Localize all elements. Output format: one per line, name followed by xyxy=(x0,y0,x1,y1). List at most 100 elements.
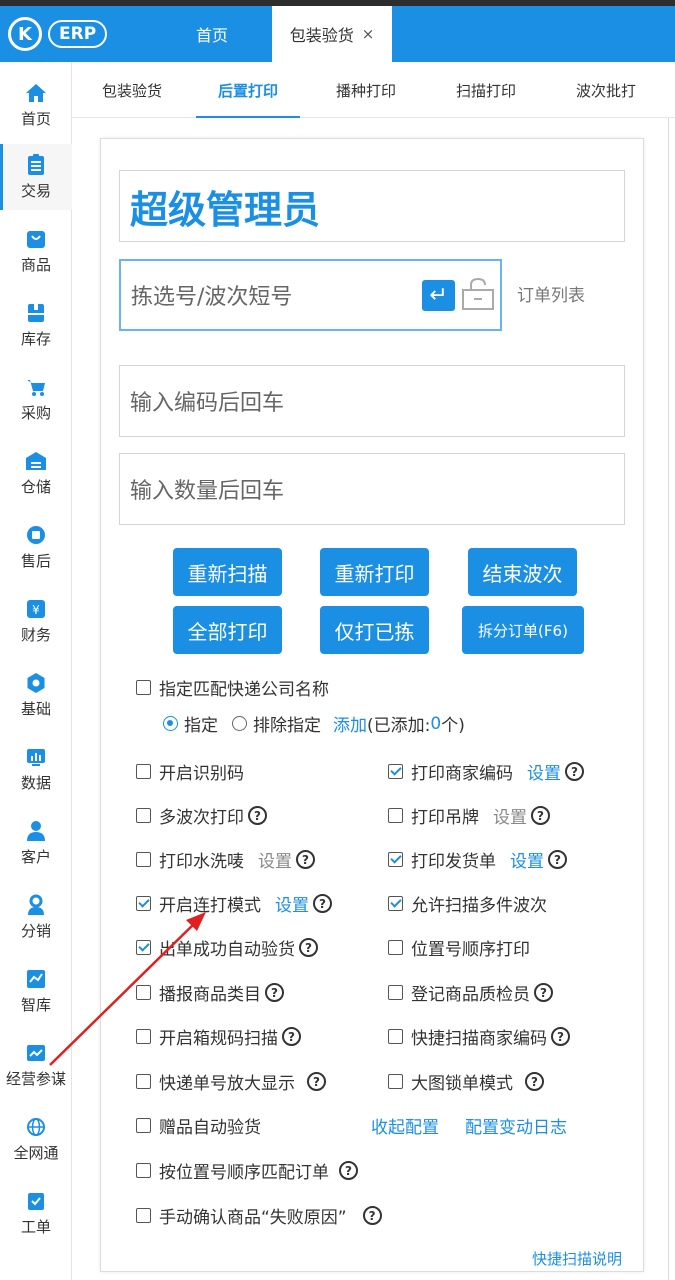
sidebar-item-warehouse[interactable]: 仓储 xyxy=(0,440,72,506)
tab-packing-inspection[interactable]: 包装验货 xyxy=(102,62,162,118)
checkbox[interactable] xyxy=(388,985,403,1000)
enter-icon[interactable]: ↵ xyxy=(422,280,455,311)
add-express-link[interactable]: 添加 xyxy=(333,711,367,736)
option-print-tag[interactable]: 打印吊牌 设置 ? xyxy=(388,803,550,828)
option-auto-inspect[interactable]: 出单成功自动验货 ? xyxy=(136,935,318,960)
sidebar-item-data[interactable]: 数据 xyxy=(0,736,72,802)
option-multi-wave-print[interactable]: 多波次打印 ? xyxy=(136,803,267,828)
help-icon[interactable]: ? xyxy=(551,1027,570,1046)
checkbox[interactable] xyxy=(136,680,151,695)
help-icon[interactable]: ? xyxy=(531,806,550,825)
checkbox[interactable] xyxy=(136,896,151,911)
checkbox[interactable] xyxy=(388,1074,403,1089)
reprint-button[interactable]: 重新打印 xyxy=(320,548,429,596)
help-icon[interactable]: ? xyxy=(282,1027,301,1046)
quick-scan-help-link[interactable]: 快捷扫描说明 xyxy=(532,1248,622,1269)
setting-link[interactable]: 设置 xyxy=(258,847,292,872)
split-order-button[interactable]: 拆分订单(F6) xyxy=(462,606,584,654)
sidebar-item-stock[interactable]: 库存 xyxy=(0,292,72,358)
help-icon[interactable]: ? xyxy=(307,1072,326,1091)
option-big-image-lock[interactable]: 大图锁单模式 ? xyxy=(388,1069,544,1094)
tab-seed-print[interactable]: 播种打印 xyxy=(336,62,396,118)
checkbox[interactable] xyxy=(136,852,151,867)
checkbox[interactable] xyxy=(136,985,151,1000)
option-quick-scan-merchant-code[interactable]: 快捷扫描商家编码 ? xyxy=(388,1024,570,1049)
help-icon[interactable]: ? xyxy=(265,983,284,1002)
checkbox[interactable] xyxy=(388,940,403,955)
checkbox[interactable] xyxy=(136,808,151,823)
checkbox[interactable] xyxy=(388,896,403,911)
close-icon[interactable]: × xyxy=(362,25,375,43)
tab-wave-batch-print[interactable]: 波次批打 xyxy=(576,62,636,118)
option-broadcast-category[interactable]: 播报商品类目 ? xyxy=(136,980,284,1005)
order-list-link[interactable]: 订单列表 xyxy=(517,281,585,306)
help-icon[interactable]: ? xyxy=(299,938,318,957)
sidebar-item-trade[interactable]: 交易 xyxy=(0,144,72,210)
option-print-wash-label[interactable]: 打印水洗唛 设置 ? xyxy=(136,847,315,872)
sidebar-item-purchase[interactable]: 采购 xyxy=(0,366,72,432)
help-icon[interactable]: ? xyxy=(548,850,567,869)
sidebar-item-distribution[interactable]: 分销 xyxy=(0,884,72,950)
sidebar-item-aftersale[interactable]: 售后 xyxy=(0,514,72,580)
option-continuous-mode[interactable]: 开启连打模式 设置 ? xyxy=(136,891,332,916)
checkbox[interactable] xyxy=(388,852,403,867)
setting-link[interactable]: 设置 xyxy=(527,759,561,784)
collapse-config-link[interactable]: 收起配置 xyxy=(371,1113,439,1138)
sidebar-item-basic[interactable]: 基础 xyxy=(0,662,72,728)
sidebar-item-customer[interactable]: 客户 xyxy=(0,810,72,876)
express-match-option[interactable]: 指定匹配快递公司名称 xyxy=(136,675,329,700)
checkbox[interactable] xyxy=(136,940,151,955)
setting-link[interactable]: 设置 xyxy=(275,891,309,916)
code-input[interactable]: 输入编码后回车 xyxy=(119,365,625,437)
help-icon[interactable]: ? xyxy=(313,894,332,913)
option-enlarge-express-no[interactable]: 快递单号放大显示 ? xyxy=(136,1069,326,1094)
option-register-inspector[interactable]: 登记商品质检员 ? xyxy=(388,980,553,1005)
checkbox[interactable] xyxy=(136,1074,151,1089)
checkbox[interactable] xyxy=(136,1208,151,1223)
tab-scan-print[interactable]: 扫描打印 xyxy=(456,62,516,118)
help-icon[interactable]: ? xyxy=(362,1206,382,1225)
sidebar-item-ticket[interactable]: 工单 xyxy=(0,1180,72,1246)
help-icon[interactable]: ? xyxy=(565,762,584,781)
tab-post-print[interactable]: 后置打印 xyxy=(195,62,301,118)
option-print-merchant-code[interactable]: 打印商家编码 设置 ? xyxy=(388,759,584,784)
quantity-input[interactable]: 输入数量后回车 xyxy=(119,453,625,525)
end-wave-button[interactable]: 结束波次 xyxy=(468,548,577,596)
sidebar-item-goods[interactable]: 商品 xyxy=(0,218,72,284)
rescan-button[interactable]: 重新扫描 xyxy=(173,548,282,596)
help-icon[interactable]: ? xyxy=(339,1161,358,1180)
checkbox[interactable] xyxy=(136,764,151,779)
radio-exclude[interactable] xyxy=(232,716,247,731)
checkbox[interactable] xyxy=(388,764,403,779)
tab-packing-inspection[interactable]: 包装验货 × xyxy=(272,6,392,62)
help-icon[interactable]: ? xyxy=(248,806,267,825)
unlock-icon[interactable] xyxy=(461,276,495,312)
checkbox[interactable] xyxy=(136,1029,151,1044)
tab-home[interactable]: 首页 xyxy=(196,6,228,62)
sidebar-item-analysis[interactable]: 经营参谋 xyxy=(0,1032,72,1098)
option-match-by-location[interactable]: 按位置号顺序匹配订单 ? xyxy=(136,1158,358,1183)
option-location-order-print[interactable]: 位置号顺序打印 xyxy=(388,935,530,960)
option-box-code-scan[interactable]: 开启箱规码扫描 ? xyxy=(136,1024,301,1049)
sidebar-item-home[interactable]: 首页 xyxy=(0,72,72,138)
radio-specify[interactable] xyxy=(163,716,178,731)
sidebar-item-think-tank[interactable]: 智库 xyxy=(0,958,72,1024)
setting-link[interactable]: 设置 xyxy=(510,847,544,872)
option-allow-multi-wave-scan[interactable]: 允许扫描多件波次 xyxy=(388,891,547,916)
print-all-button[interactable]: 全部打印 xyxy=(173,606,282,654)
option-enable-id-code[interactable]: 开启识别码 xyxy=(136,759,244,784)
help-icon[interactable]: ? xyxy=(525,1072,544,1091)
help-icon[interactable]: ? xyxy=(296,850,315,869)
sidebar-item-network[interactable]: 全网通 xyxy=(0,1106,72,1172)
checkbox[interactable] xyxy=(388,808,403,823)
print-picked-button[interactable]: 仅打已拣 xyxy=(320,606,429,654)
setting-link[interactable]: 设置 xyxy=(493,803,527,828)
erp-logo[interactable]: K ERP xyxy=(8,17,108,51)
option-manual-confirm-fail[interactable]: 手动确认商品“失败原因” ? xyxy=(136,1203,382,1228)
option-print-invoice[interactable]: 打印发货单 设置 ? xyxy=(388,847,567,872)
checkbox[interactable] xyxy=(388,1029,403,1044)
option-gift-auto-inspect[interactable]: 赠品自动验货 xyxy=(136,1113,261,1138)
sidebar-item-finance[interactable]: ¥ 财务 xyxy=(0,588,72,654)
config-change-log-link[interactable]: 配置变动日志 xyxy=(465,1113,567,1138)
checkbox[interactable] xyxy=(136,1163,151,1178)
